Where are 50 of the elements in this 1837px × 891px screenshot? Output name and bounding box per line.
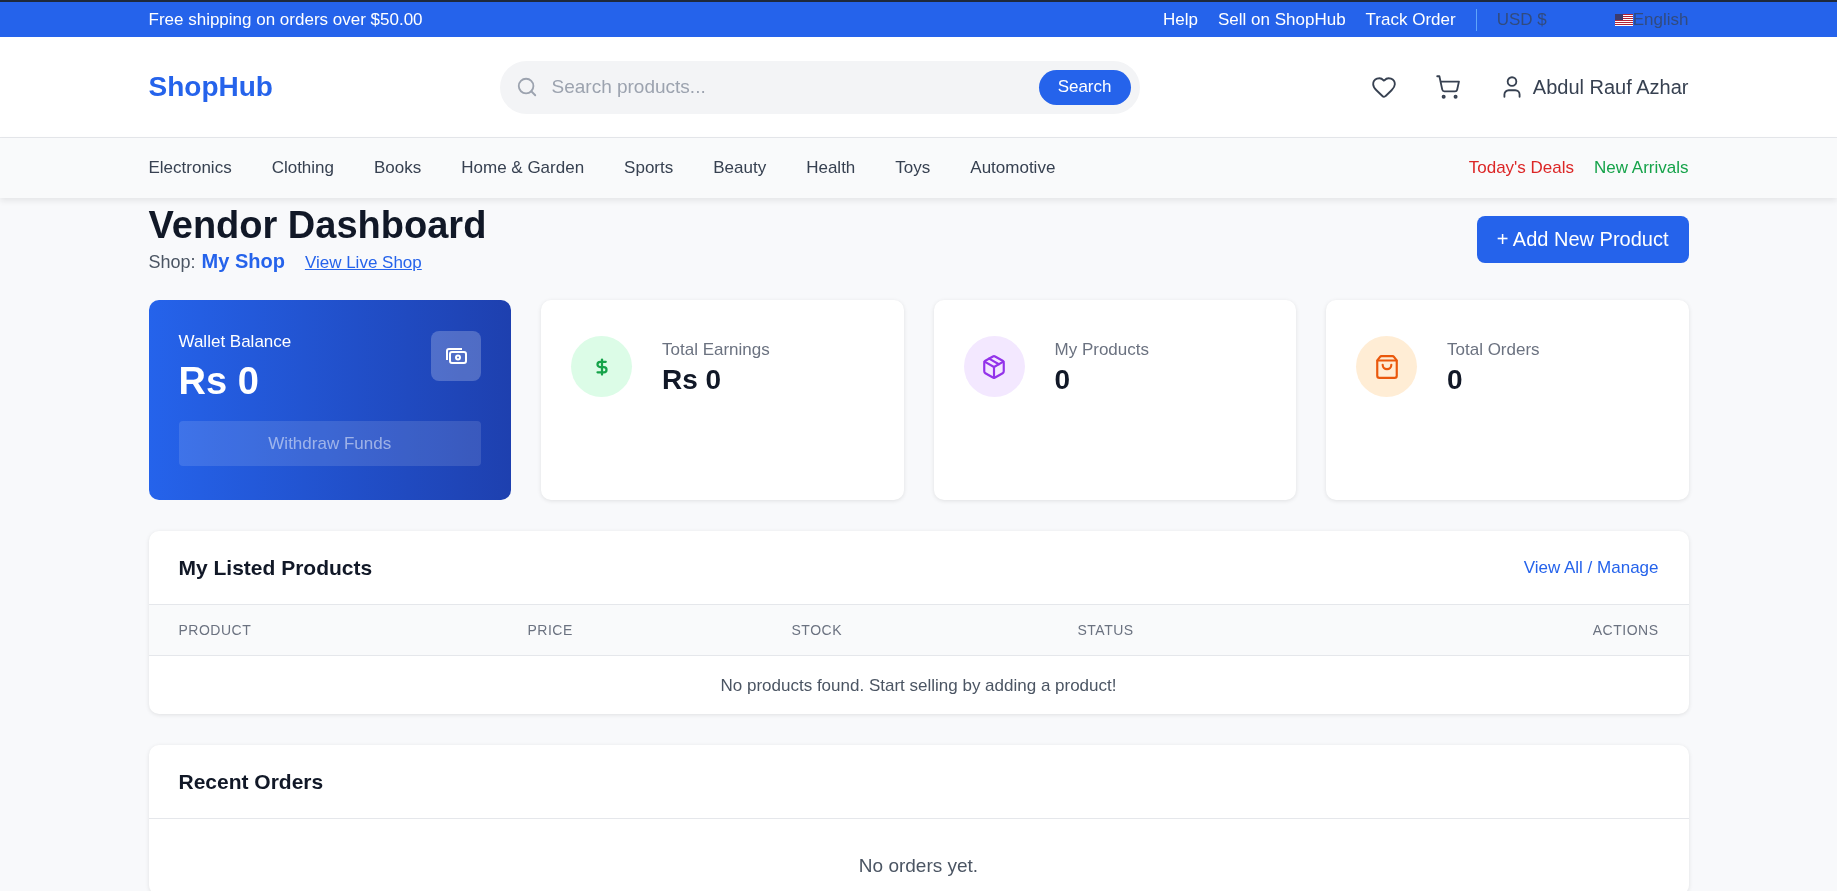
page-title: Vendor Dashboard <box>148 203 487 248</box>
category-link[interactable]: Automotive <box>970 158 1056 178</box>
cart-button[interactable] <box>1434 74 1461 100</box>
flag-icon <box>1614 13 1633 26</box>
column-header: STATUS <box>1077 622 1135 638</box>
top-link[interactable]: Help <box>1163 9 1198 30</box>
panel-title: Recent Orders <box>178 769 324 794</box>
category-link[interactable]: Beauty <box>713 158 767 178</box>
stat-value: Rs 0 <box>662 364 723 396</box>
column-header: ACTIONS <box>1592 622 1659 638</box>
box-icon <box>981 353 1007 380</box>
category-link[interactable]: Books <box>374 158 422 178</box>
category-link[interactable]: Clothing <box>271 158 334 178</box>
category-link[interactable]: Electronics <box>148 158 232 178</box>
stat-label: Total Earnings <box>662 340 770 360</box>
category-link[interactable]: Toys <box>895 158 931 178</box>
promo-link[interactable]: Today's Deals <box>1468 158 1575 178</box>
top-link[interactable]: Sell on ShopHub <box>1218 9 1346 30</box>
panel-title: My Listed Products <box>178 555 373 580</box>
top-link[interactable]: Track Order <box>1365 9 1456 30</box>
stat-value: 0 <box>1447 364 1464 396</box>
promo-link[interactable]: New Arrivals <box>1594 158 1689 178</box>
logo[interactable]: ShopHub <box>148 71 500 103</box>
stat-label: Total Orders <box>1447 340 1540 360</box>
category-link[interactable]: Sports <box>624 158 674 178</box>
column-header: STOCK <box>791 622 843 638</box>
search-button[interactable]: Search <box>1038 69 1131 105</box>
column-header: PRODUCT <box>178 622 253 638</box>
shop-name: My Shop <box>201 250 285 273</box>
stat-label: Wallet Balance <box>178 332 293 352</box>
view-all-link[interactable]: View All / Manage <box>1523 557 1659 578</box>
shop-label: Shop: <box>148 252 196 273</box>
cash-icon <box>431 331 481 381</box>
stat-value: 0 <box>1054 364 1072 396</box>
column-header: PRICE <box>527 622 574 638</box>
stat-label: My Products <box>1054 340 1149 360</box>
promo-text: Free shipping on orders over $50.00 <box>148 9 424 30</box>
category-link[interactable]: Home & Garden <box>461 158 585 178</box>
withdraw-button[interactable]: Withdraw Funds <box>178 421 481 466</box>
wishlist-button[interactable] <box>1370 74 1397 100</box>
category-link[interactable]: Health <box>806 158 856 178</box>
add-product-button[interactable]: + Add New Product <box>1476 216 1689 263</box>
account-button[interactable]: Abdul Rauf Azhar <box>1498 74 1689 100</box>
stat-value: Rs 0 <box>178 360 260 403</box>
empty-message: No products found. Start selling by adding a product! <box>719 675 1118 697</box>
bag-icon <box>1373 353 1400 380</box>
search-icon <box>515 76 538 98</box>
search-field[interactable]: Search products... Search <box>499 60 1140 114</box>
empty-message: No orders yet. <box>857 854 980 878</box>
view-live-shop-link[interactable]: View Live Shop <box>304 253 422 273</box>
